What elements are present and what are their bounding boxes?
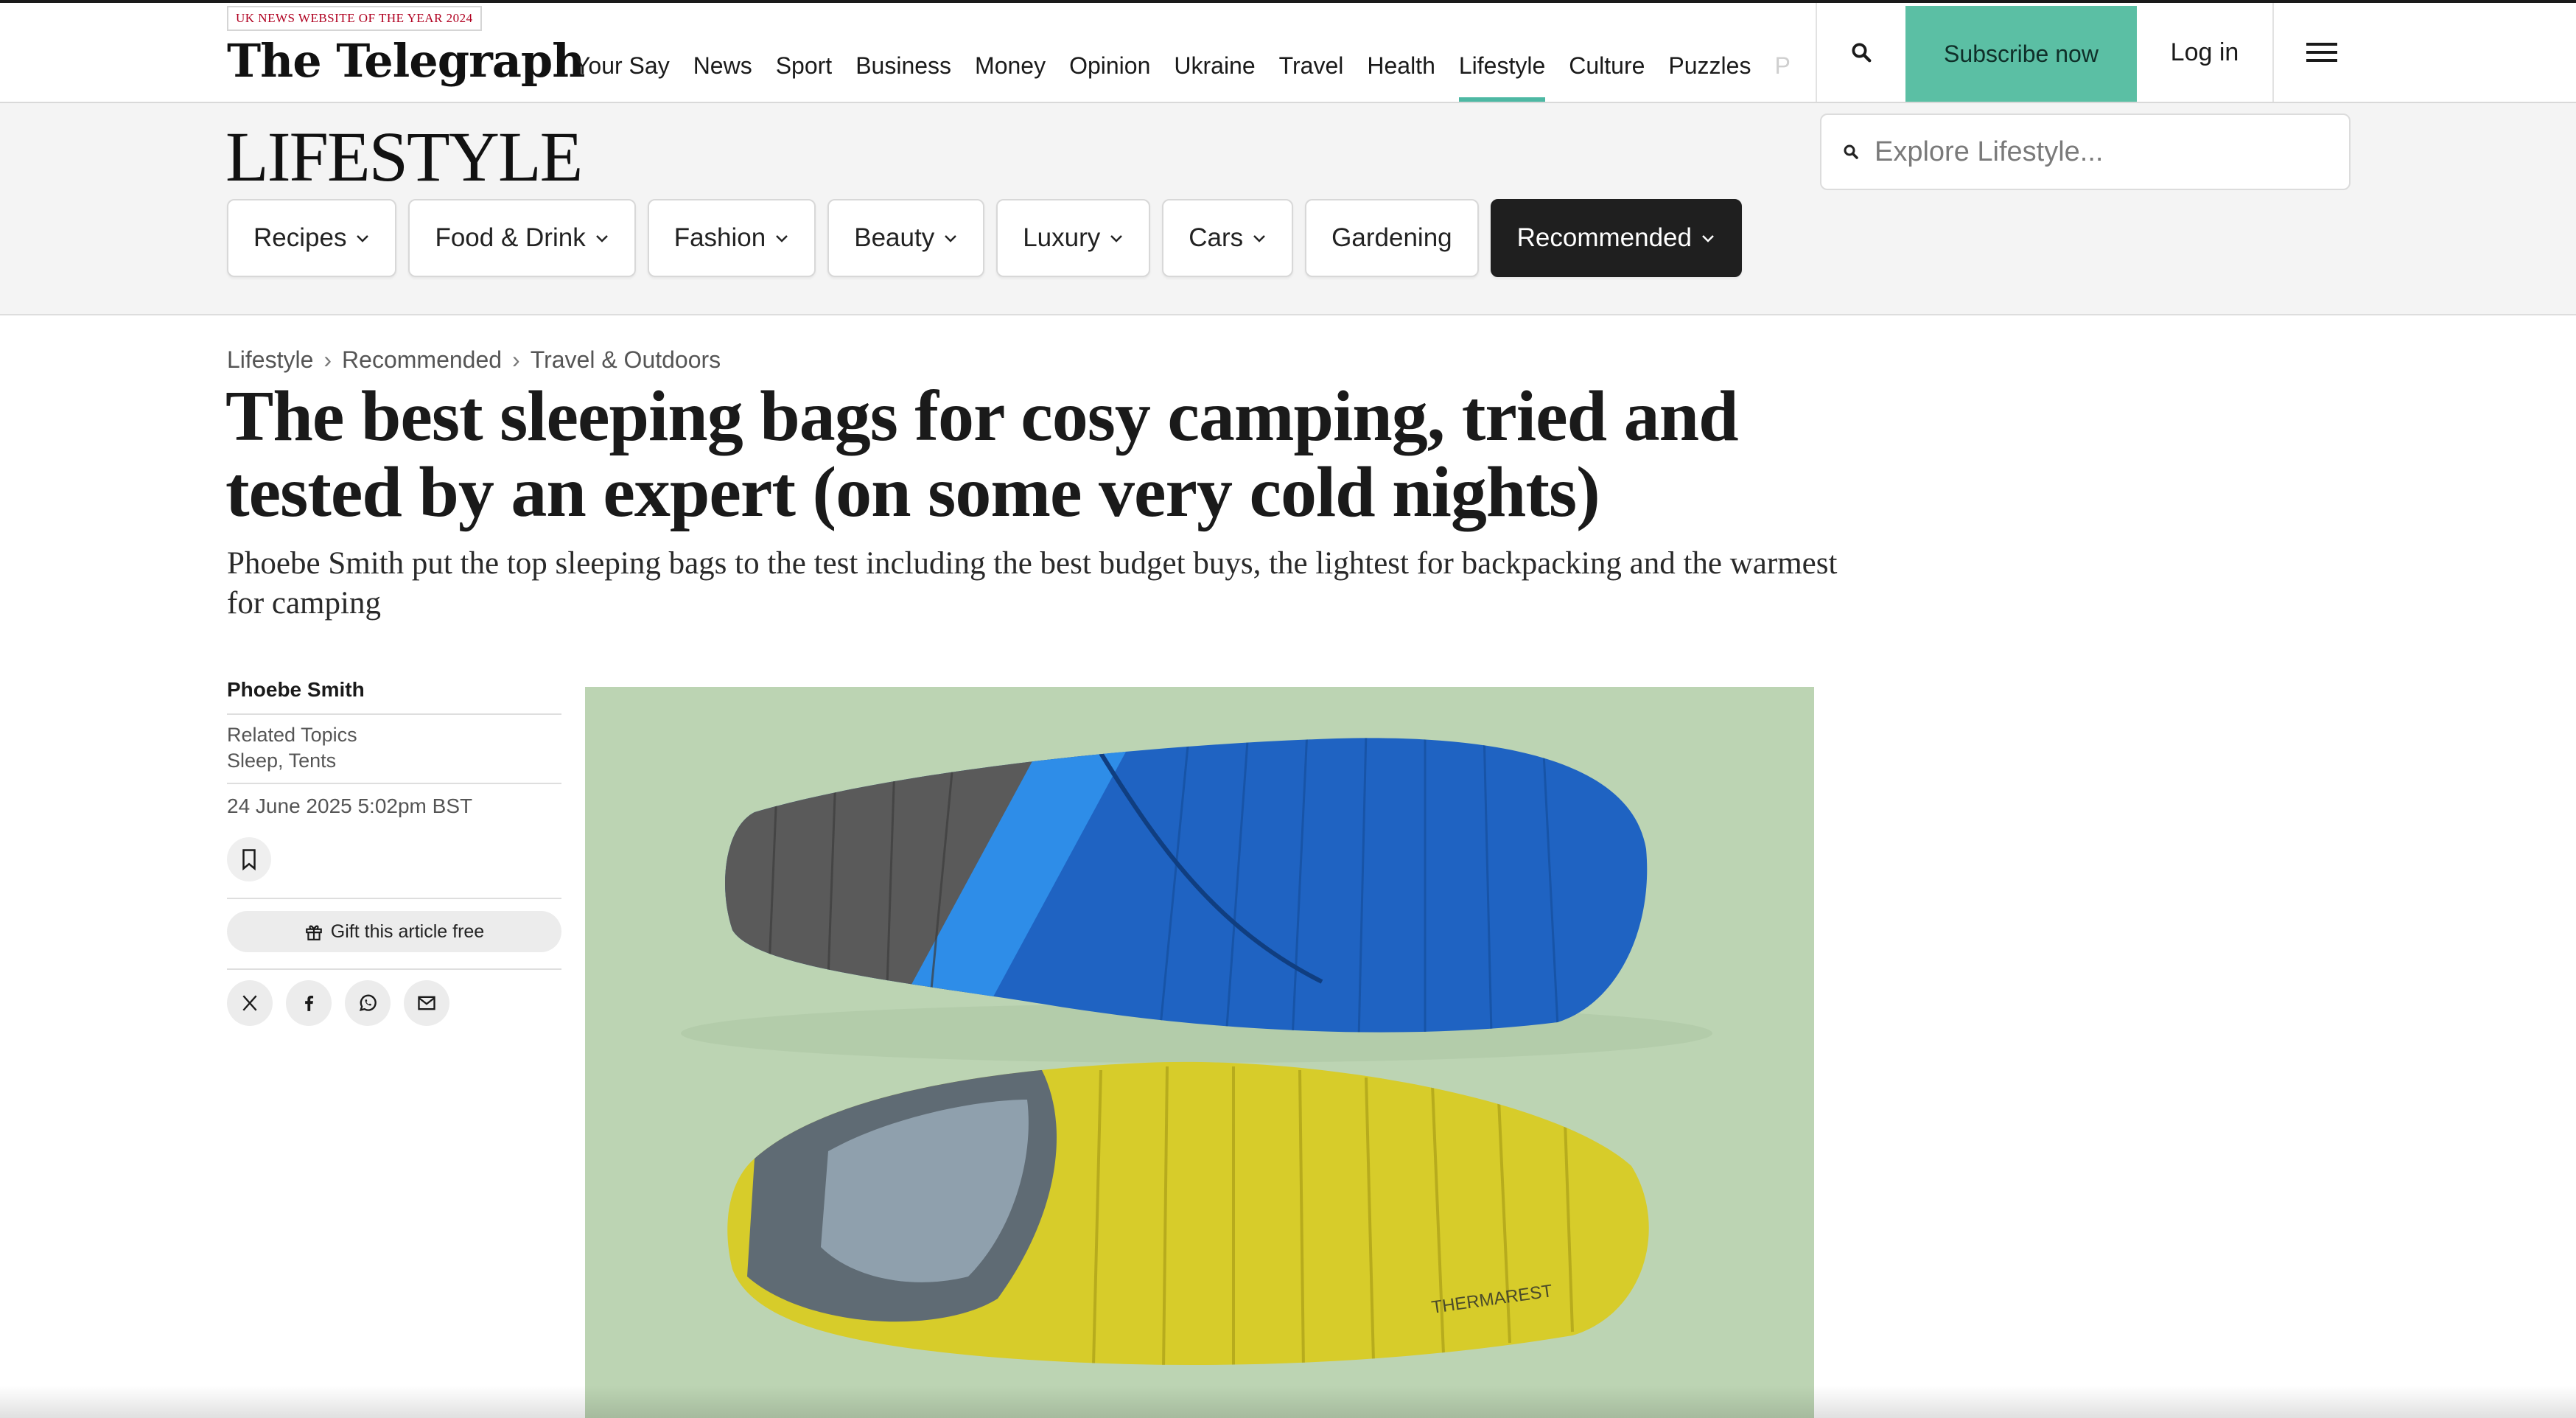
meta-divider <box>227 968 561 970</box>
related-topics[interactable]: Sleep, Tents <box>227 750 561 784</box>
search-button[interactable] <box>1817 3 1905 102</box>
share-buttons <box>227 980 561 1026</box>
pill-beauty[interactable]: Beauty <box>827 199 985 277</box>
email-icon <box>418 996 435 1010</box>
breadcrumb-travel-outdoors[interactable]: Travel & Outdoors <box>531 346 721 374</box>
chevron-down-icon <box>1702 235 1714 242</box>
whatsapp-icon <box>359 994 377 1011</box>
breadcrumb-lifestyle[interactable]: Lifestyle <box>227 346 313 374</box>
nav-item-sport[interactable]: Sport <box>764 3 844 102</box>
chevron-down-icon <box>1110 235 1123 242</box>
pill-recommended[interactable]: Recommended <box>1490 199 1742 277</box>
nav-item-lifestyle[interactable]: Lifestyle <box>1447 3 1557 102</box>
nav-item-your-say[interactable]: Your Say <box>563 3 682 102</box>
search-icon <box>1852 43 1872 63</box>
bookmark-button[interactable] <box>227 837 271 881</box>
viewport-bottom-shadow <box>0 1386 2576 1418</box>
pill-label: Luxury <box>1023 223 1101 252</box>
hamburger-icon <box>2306 38 2337 67</box>
share-email-button[interactable] <box>404 980 449 1026</box>
share-facebook-button[interactable] <box>286 980 332 1026</box>
nav-item-business[interactable]: Business <box>844 3 963 102</box>
menu-button[interactable] <box>2274 3 2370 102</box>
section-header: LIFESTYLE Recipes Food & Drink Fashion B… <box>0 103 2576 315</box>
nav-item-opinion[interactable]: Opinion <box>1057 3 1162 102</box>
telegraph-logo[interactable]: The Telegraph <box>227 34 585 88</box>
masthead: UK NEWS WEBSITE OF THE YEAR 2024 The Tel… <box>0 3 2576 103</box>
chevron-down-icon <box>357 235 369 242</box>
nav-item-money[interactable]: Money <box>963 3 1057 102</box>
bookmark-icon <box>242 849 256 870</box>
nav-item-news[interactable]: News <box>682 3 764 102</box>
hero-image: THERMAREST <box>585 687 1814 1418</box>
gift-label: Gift this article free <box>330 921 485 942</box>
chevron-right-icon: › <box>323 346 332 373</box>
section-search[interactable] <box>1820 113 2351 190</box>
pill-label: Gardening <box>1331 223 1452 252</box>
pill-label: Beauty <box>854 223 935 252</box>
gift-article-button[interactable]: Gift this article free <box>227 911 561 952</box>
author-name[interactable]: Phoebe Smith <box>227 678 561 715</box>
sleeping-bags-illustration: THERMAREST <box>585 687 1814 1418</box>
section-title: LIFESTYLE <box>225 117 583 196</box>
nav-item-travel[interactable]: Travel <box>1267 3 1356 102</box>
pill-cars[interactable]: Cars <box>1162 199 1294 277</box>
login-button[interactable]: Log in <box>2137 3 2272 102</box>
nav-item-health[interactable]: Health <box>1355 3 1447 102</box>
pill-fashion[interactable]: Fashion <box>647 199 816 277</box>
pill-gardening[interactable]: Gardening <box>1305 199 1479 277</box>
nav-item-puzzles[interactable]: Puzzles <box>1656 3 1763 102</box>
article-standfirst: Phoebe Smith put the top sleeping bags t… <box>227 546 1838 621</box>
meta-divider <box>227 898 561 899</box>
pill-recipes[interactable]: Recipes <box>227 199 397 277</box>
related-topics-label: Related Topics <box>227 724 357 746</box>
search-icon <box>1844 144 1858 159</box>
chevron-down-icon <box>776 235 788 242</box>
article-meta: Phoebe Smith Related Topics Sleep, Tents… <box>227 678 561 1026</box>
chevron-right-icon: › <box>512 346 520 373</box>
section-search-input[interactable] <box>1873 135 2318 169</box>
main-nav: Your Say News Sport Business Money Opini… <box>563 3 1802 102</box>
pill-luxury[interactable]: Luxury <box>996 199 1151 277</box>
pill-label: Recipes <box>253 223 347 252</box>
chevron-down-icon <box>1253 235 1266 242</box>
x-icon <box>242 995 257 1011</box>
chevron-down-icon <box>945 235 957 242</box>
article-headline: The best sleeping bags for cosy camping,… <box>225 377 1739 532</box>
facebook-icon <box>305 996 314 1011</box>
nav-item-overflow[interactable]: P <box>1763 3 1802 102</box>
breadcrumb: Lifestyle › Recommended › Travel & Outdo… <box>227 346 721 374</box>
gift-icon <box>305 925 322 940</box>
nav-item-culture[interactable]: Culture <box>1557 3 1656 102</box>
subscribe-button[interactable]: Subscribe now <box>1905 6 2137 102</box>
pill-food-drink[interactable]: Food & Drink <box>408 199 636 277</box>
nav-item-ukraine[interactable]: Ukraine <box>1162 3 1267 102</box>
section-pills: Recipes Food & Drink Fashion Beauty Luxu… <box>227 199 1742 277</box>
pill-label: Recommended <box>1516 223 1692 252</box>
share-whatsapp-button[interactable] <box>345 980 391 1026</box>
pill-label: Fashion <box>673 223 766 252</box>
chevron-down-icon <box>595 235 608 242</box>
share-x-button[interactable] <box>227 980 273 1026</box>
breadcrumb-recommended[interactable]: Recommended <box>342 346 502 374</box>
publish-date: 24 June 2025 5:02pm BST <box>227 794 473 817</box>
pill-label: Cars <box>1189 223 1244 252</box>
pill-label: Food & Drink <box>435 223 586 252</box>
award-badge: UK NEWS WEBSITE OF THE YEAR 2024 <box>227 6 482 31</box>
